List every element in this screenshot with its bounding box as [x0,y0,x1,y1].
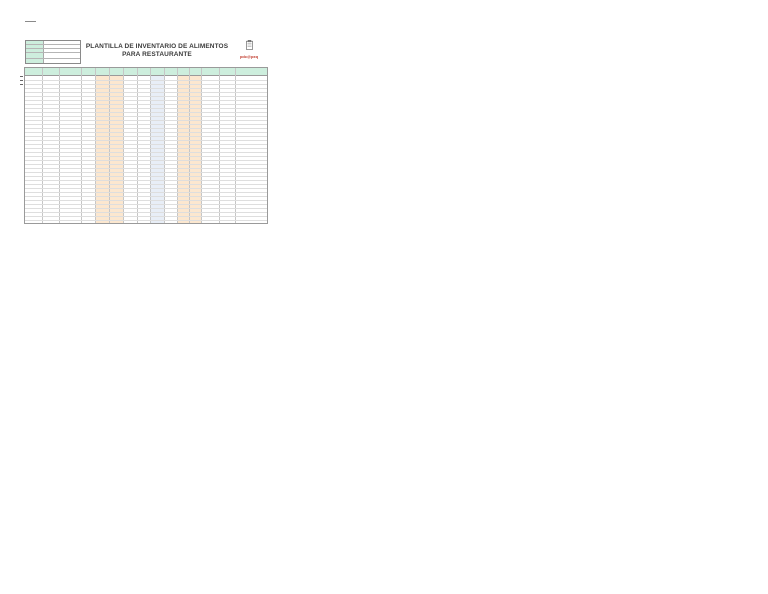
row-divider [25,164,267,165]
table-cell[interactable] [236,84,266,88]
column-header [201,68,219,76]
table-cell[interactable] [220,84,235,88]
page-title-line1: PLANTILLA DE INVENTARIO DE ALIMENTOS [85,43,229,50]
row-divider [25,124,267,125]
column-header [150,68,164,76]
row-divider [25,108,267,109]
row-divider [25,196,267,197]
row-divider [25,188,267,189]
info-value[interactable] [44,53,80,58]
row-divider [25,140,267,141]
column-header [177,68,189,76]
inventory-table [24,67,268,224]
info-value[interactable] [44,49,80,52]
table-cell[interactable] [43,84,59,88]
table-cell[interactable] [60,84,81,88]
row-divider [25,96,267,97]
info-value[interactable] [44,45,80,48]
column-header [164,68,177,76]
column-header [219,68,235,76]
table-cell[interactable] [178,84,189,88]
row-divider [25,116,267,117]
table-cell[interactable] [26,84,42,88]
row-divider [25,156,267,157]
page-title-line2: PARA RESTAURANTE [122,51,192,58]
top-left-divider [25,21,36,22]
row-divider [25,120,267,121]
row-marker [20,80,23,81]
info-label [26,53,44,58]
column-header [95,68,109,76]
row-divider [25,184,267,185]
row-divider [25,128,267,129]
row-divider [25,104,267,105]
row-divider [25,160,267,161]
table-header-row [25,68,267,76]
column-header [81,68,95,76]
row-divider [25,144,267,145]
table-cell[interactable] [82,84,95,88]
row-divider [25,180,267,181]
row-divider [25,192,267,193]
info-value[interactable] [44,59,80,63]
column-header [137,68,150,76]
row-divider [25,176,267,177]
table-cell[interactable] [151,84,164,88]
table-cell[interactable] [165,84,177,88]
row-divider [25,112,267,113]
row-divider [25,204,267,205]
row-divider [25,88,267,89]
row-divider [25,208,267,209]
table-cell[interactable] [124,84,137,88]
row-divider [25,100,267,101]
table-cell[interactable] [202,84,219,88]
info-label [26,41,44,44]
column-header [42,68,59,76]
row-divider [25,92,267,93]
row-divider [25,148,267,149]
row-divider [25,220,267,221]
clipboard-icon [246,40,253,50]
total-summary [172,224,186,234]
column-header [25,68,42,76]
page-title: PLANTILLA DE INVENTARIO DE ALIMENTOS PAR… [84,43,230,59]
row-divider [25,132,267,133]
table-cell[interactable] [110,84,123,88]
info-row [26,59,80,63]
top-bar [0,0,768,30]
column-header [59,68,81,76]
info-label [26,59,44,63]
table-cell[interactable] [138,84,150,88]
table-cell[interactable] [96,84,109,88]
info-label [26,45,44,48]
row-marker [20,84,23,85]
column-header [189,68,201,76]
column-header [123,68,137,76]
info-label [26,49,44,52]
row-divider [25,168,267,169]
info-value[interactable] [44,41,80,44]
brand-logo: pdc@pxq [239,54,259,59]
row-marker [20,76,23,77]
row-divider [25,152,267,153]
row-divider [25,216,267,217]
row-divider [25,200,267,201]
info-table [25,40,81,64]
row-divider [25,212,267,213]
row-divider [25,136,267,137]
table-cell[interactable] [190,84,201,88]
row-divider [25,172,267,173]
column-header [109,68,123,76]
source-url-link[interactable] [137,17,733,23]
column-header [235,68,267,76]
